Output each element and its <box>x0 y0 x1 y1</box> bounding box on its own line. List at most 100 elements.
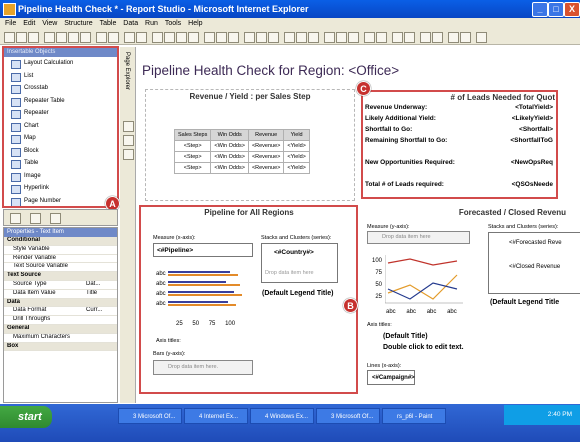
maximize-button[interactable]: □ <box>548 2 564 17</box>
delete-icon[interactable] <box>80 32 91 43</box>
forecast-line-chart[interactable] <box>385 255 465 307</box>
leads-row[interactable]: New Opportunities Required: <NewOpsReq <box>365 157 555 168</box>
new-icon[interactable] <box>4 32 15 43</box>
pipeline-country-value[interactable]: <#Country#> <box>274 249 314 256</box>
align-left-icon[interactable] <box>324 32 335 43</box>
table-row[interactable]: <Step> <Win Odds> <Revenue> <Yield> <box>173 140 310 152</box>
menu-tools[interactable]: Tools <box>165 20 181 27</box>
pipeline-measure-value[interactable]: <#Pipeline> <box>153 243 253 257</box>
prop-render-variable[interactable]: Render Variable <box>4 255 117 264</box>
revenue-yield-title[interactable]: Revenue / Yield : per Sales Step <box>145 92 355 101</box>
taskbar-item[interactable]: rs_p6l - Paint <box>382 408 446 424</box>
prop-drill-throughs[interactable]: Drill Throughs <box>4 316 117 325</box>
prop-source-type[interactable]: Source Type Dat... <box>4 281 117 290</box>
help-icon[interactable] <box>476 32 487 43</box>
group-icon[interactable] <box>204 32 215 43</box>
view-sql-icon[interactable] <box>136 32 147 43</box>
leads-row[interactable]: Shortfall to Go: <Shortfall> <box>365 124 555 135</box>
table-row[interactable]: <Step> <Win Odds> <Revenue> <Yield> <box>173 151 310 163</box>
pipeline-drop-series[interactable]: Drop data item here <box>265 270 314 276</box>
query-explorer-icon[interactable] <box>123 135 134 146</box>
taskbar-item[interactable]: 4 Internet Ex... <box>184 408 248 424</box>
prop-group-general[interactable]: General <box>4 324 117 334</box>
forecast-default-title[interactable]: (Default Title) <box>383 333 428 340</box>
prop-group-text-source[interactable]: Text Source <box>4 272 117 281</box>
lock-icon[interactable] <box>420 32 431 43</box>
forecast-double-click-hint[interactable]: Double click to edit text. <box>383 344 464 351</box>
forecast-drop-measure[interactable]: Drop data item here <box>367 231 470 244</box>
format-icon[interactable] <box>448 32 459 43</box>
leads-row[interactable]: Total # of Leads required: <QSOsNeede <box>365 179 555 190</box>
prop-maximum-characters[interactable]: Maximum Characters <box>4 334 117 343</box>
filter-icon[interactable] <box>152 32 163 43</box>
prop-group-data[interactable]: Data <box>4 298 117 308</box>
report-page-title[interactable]: Pipeline Health Check for Region: <Offic… <box>142 63 399 78</box>
pipeline-legend-title[interactable]: (Default Legend Title) <box>262 290 333 297</box>
section-icon[interactable] <box>216 32 227 43</box>
prop-text-source-variable[interactable]: Text Source Variable <box>4 263 117 273</box>
copy-icon[interactable] <box>56 32 67 43</box>
underline-icon[interactable] <box>308 32 319 43</box>
menu-table[interactable]: Table <box>100 20 117 27</box>
open-icon[interactable] <box>16 32 27 43</box>
minimize-button[interactable]: _ <box>532 2 548 17</box>
taskbar-item[interactable]: 4 Windows Ex... <box>250 408 314 424</box>
table-row[interactable]: <Step> <Win Odds> <Revenue> <Yield> <box>173 162 310 174</box>
prop-group-box[interactable]: Box <box>4 342 117 352</box>
page-explorer-icon[interactable] <box>123 121 134 132</box>
italic-icon[interactable] <box>296 32 307 43</box>
prop-data-format[interactable]: Data Format Curr... <box>4 307 117 317</box>
align-right-icon[interactable] <box>348 32 359 43</box>
forecast-title[interactable]: Forecasted / Closed Revenu <box>366 208 566 217</box>
menu-run[interactable]: Run <box>145 20 158 27</box>
forecast-axis-titles[interactable]: Axis titles: <box>367 322 392 328</box>
pipeline-axis-titles[interactable]: Axis titles: <box>156 338 181 344</box>
redo-icon[interactable] <box>108 32 119 43</box>
source-tab-icon[interactable] <box>10 213 21 224</box>
undo-icon[interactable] <box>96 32 107 43</box>
forecast-campaign-value[interactable]: <#Campaign#> <box>367 370 415 385</box>
menu-data[interactable]: Data <box>123 20 138 27</box>
run-report-icon[interactable] <box>124 32 135 43</box>
padding-icon[interactable] <box>404 32 415 43</box>
system-tray-clock[interactable]: 2:40 PM <box>504 405 580 425</box>
close-button[interactable]: X <box>564 2 580 17</box>
sort-icon[interactable] <box>164 32 175 43</box>
leads-row[interactable]: Revenue Underway: <TotalYield> <box>365 102 555 113</box>
menu-structure[interactable]: Structure <box>64 20 92 27</box>
toolbox-tab-icon[interactable] <box>50 213 61 224</box>
menu-help[interactable]: Help <box>188 20 202 27</box>
leads-row[interactable]: Likely Additional Yield: <LikelyYield> <box>365 113 555 124</box>
taskbar-item[interactable]: 3 Microsoft Of... <box>316 408 380 424</box>
prop-group-conditional[interactable]: Conditional <box>4 237 117 246</box>
forecast-series-2[interactable]: <#Closed Revenue <box>509 264 560 270</box>
forecast-legend-title[interactable]: (Default Legend Title <box>490 299 559 306</box>
build-prompt-page-icon[interactable] <box>268 32 279 43</box>
condition-explorer-icon[interactable] <box>123 149 134 160</box>
menu-view[interactable]: View <box>42 20 57 27</box>
menu-file[interactable]: File <box>5 20 16 27</box>
page-explorer-tab[interactable]: Page Explorer <box>124 52 130 90</box>
chart-icon[interactable] <box>244 32 255 43</box>
leads-row[interactable]: Remaining Shortfall to Go: <ShortfallToG <box>365 135 555 146</box>
drill-icon[interactable] <box>256 32 267 43</box>
taskbar-item[interactable]: 3 Microsoft Of... <box>118 408 182 424</box>
cut-icon[interactable] <box>44 32 55 43</box>
pipeline-title[interactable]: Pipeline for All Regions <box>140 208 358 217</box>
start-button[interactable]: start <box>0 406 52 428</box>
properties-icon[interactable] <box>460 32 471 43</box>
leads-block[interactable]: # of Leads Needed for Quot Revenue Under… <box>365 93 555 190</box>
aggregate-icon[interactable] <box>176 32 187 43</box>
swap-rows-columns-icon[interactable] <box>228 32 239 43</box>
paste-icon[interactable] <box>68 32 79 43</box>
forecast-series-1[interactable]: <#Forecasted Reve <box>509 240 562 246</box>
grid-icon[interactable] <box>432 32 443 43</box>
prop-data-item-value[interactable]: Data Item Value Title <box>4 290 117 299</box>
revenue-yield-table[interactable]: Sales Steps Win Odds Revenue Yield <Step… <box>173 129 310 174</box>
prop-style-variable[interactable]: Style Variable <box>4 246 117 255</box>
data-items-tab-icon[interactable] <box>30 213 41 224</box>
pipeline-drop-bars[interactable]: Drop data item here. <box>153 360 253 375</box>
bold-icon[interactable] <box>284 32 295 43</box>
background-color-icon[interactable] <box>376 32 387 43</box>
font-color-icon[interactable] <box>364 32 375 43</box>
